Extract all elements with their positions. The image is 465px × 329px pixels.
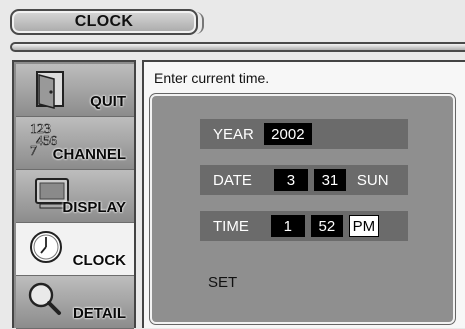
date-label: DATE <box>213 171 252 189</box>
minute-value[interactable]: 52 <box>310 215 343 237</box>
time-label: TIME <box>213 217 249 235</box>
month-value[interactable]: 3 <box>273 169 308 191</box>
sidebar-item-quit[interactable]: QUIT <box>16 64 134 117</box>
screen-title: CLOCK <box>74 13 134 30</box>
sidebar-item-channel[interactable]: 123 456 7 CHANNEL <box>16 117 134 170</box>
screen-title-tab: CLOCK <box>10 9 198 35</box>
clock-icon <box>30 231 62 263</box>
weekday-value: SUN <box>356 171 389 189</box>
sidebar-item-label: CLOCK <box>72 252 126 269</box>
ampm-value[interactable]: PM <box>348 215 379 237</box>
day-value[interactable]: 31 <box>313 169 346 191</box>
sidebar-item-label: CHANNEL <box>52 146 126 163</box>
sidebar-item-clock[interactable]: CLOCK <box>16 223 134 276</box>
year-value[interactable]: 2002 <box>263 123 312 145</box>
magnifier-icon <box>28 282 61 315</box>
sidebar-item-label: QUIT <box>90 93 126 110</box>
door-icon <box>36 71 64 109</box>
set-button[interactable]: SET <box>208 274 237 291</box>
time-row[interactable]: TIME 1 52 PM <box>200 211 408 241</box>
main-panel: Enter current time. YEAR 2002 DATE 3 31 … <box>142 60 465 328</box>
year-label: YEAR <box>213 125 254 143</box>
date-row[interactable]: DATE 3 31 SUN <box>200 165 408 195</box>
clock-settings-panel: YEAR 2002 DATE 3 31 SUN TIME 1 52 PM SET <box>150 94 455 324</box>
title-tab-edge <box>196 12 204 34</box>
sidebar-menu: QUIT 123 456 7 CHANNEL DISPLAY CLOCK DET… <box>12 60 136 329</box>
sidebar-item-detail[interactable]: DETAIL <box>16 276 134 329</box>
instruction-text: Enter current time. <box>154 70 270 86</box>
header-bar <box>10 42 465 52</box>
year-row[interactable]: YEAR 2002 <box>200 119 408 149</box>
svg-text:7: 7 <box>30 144 37 157</box>
sidebar-item-label: DISPLAY <box>62 199 126 216</box>
hour-value[interactable]: 1 <box>270 215 305 237</box>
sidebar-item-label: DETAIL <box>72 305 126 322</box>
sidebar-item-display[interactable]: DISPLAY <box>16 170 134 223</box>
